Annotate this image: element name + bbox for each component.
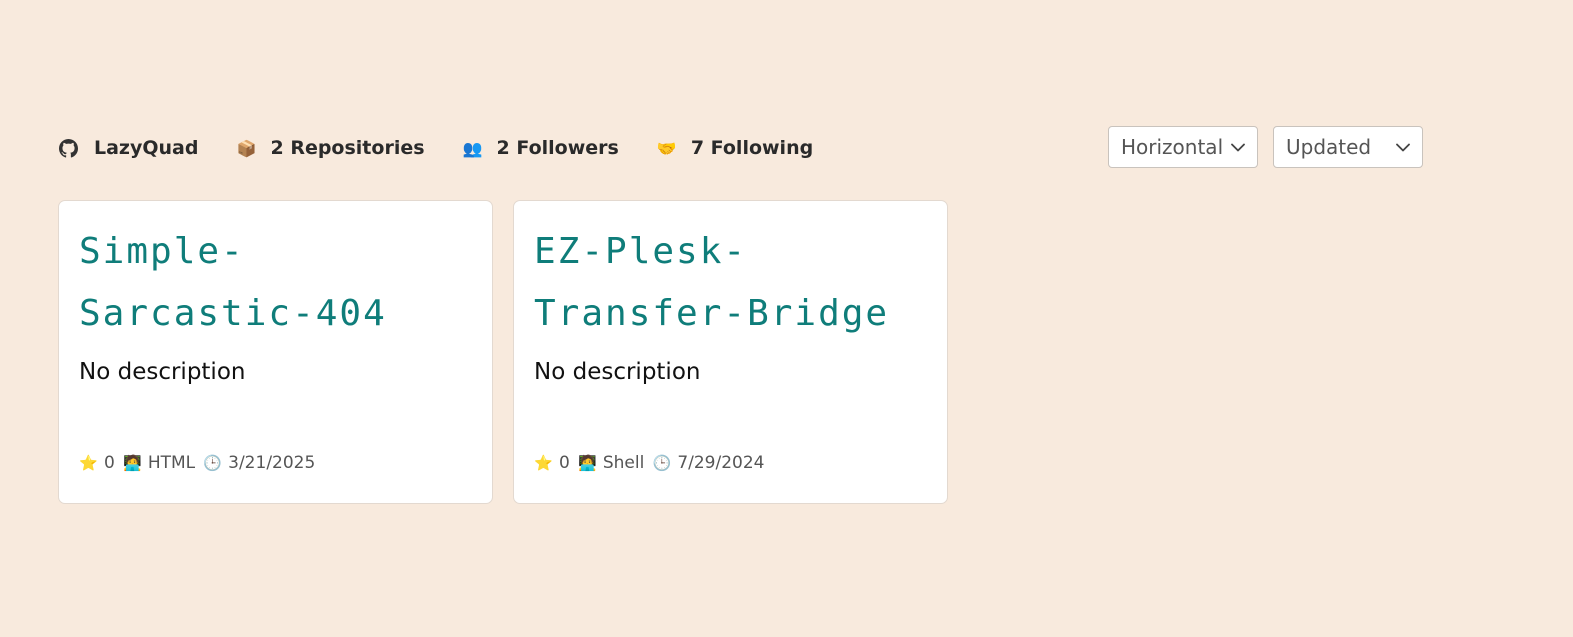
repo-updated: 7/29/2024 bbox=[677, 453, 765, 473]
layout-select-value: Horizontal bbox=[1121, 135, 1224, 159]
profile-username[interactable]: LazyQuad bbox=[58, 137, 198, 159]
repo-card-list: Simple-Sarcastic-404 No description ⭐ 0 … bbox=[58, 200, 948, 504]
people-icon: 👥 bbox=[462, 138, 483, 158]
repositories-stat[interactable]: 📦 2 Repositories bbox=[236, 137, 425, 159]
repo-description: No description bbox=[534, 359, 701, 385]
star-icon: ⭐ bbox=[79, 454, 98, 472]
developer-icon: 🧑‍💻 bbox=[577, 454, 597, 472]
handshake-icon: 🤝 bbox=[656, 138, 677, 158]
github-icon bbox=[58, 138, 78, 158]
clock-icon: 🕒 bbox=[203, 454, 222, 472]
repositories-count: 2 Repositories bbox=[270, 137, 425, 159]
followers-stat[interactable]: 👥 2 Followers bbox=[463, 137, 619, 159]
followers-count: 2 Followers bbox=[496, 137, 619, 159]
repo-title-link[interactable]: Simple-Sarcastic-404 bbox=[79, 221, 478, 345]
sort-select-value: Updated bbox=[1286, 135, 1372, 159]
repo-meta: ⭐ 0 🧑‍💻 Shell 🕒 7/29/2024 bbox=[534, 453, 772, 473]
repo-language: HTML bbox=[147, 453, 196, 473]
repo-card[interactable]: EZ-Plesk-Transfer-Bridge No description … bbox=[513, 200, 948, 504]
following-stat[interactable]: 🤝 7 Following bbox=[657, 137, 813, 159]
repo-meta: ⭐ 0 🧑‍💻 HTML 🕒 3/21/2025 bbox=[79, 453, 323, 473]
profile-stats-bar: LazyQuad 📦 2 Repositories 👥 2 Followers … bbox=[58, 130, 851, 166]
repo-description: No description bbox=[79, 359, 246, 385]
repo-card[interactable]: Simple-Sarcastic-404 No description ⭐ 0 … bbox=[58, 200, 493, 504]
repo-updated: 3/21/2025 bbox=[228, 453, 316, 473]
star-icon: ⭐ bbox=[534, 454, 553, 472]
repo-title-link[interactable]: EZ-Plesk-Transfer-Bridge bbox=[534, 221, 933, 345]
chevron-down-icon bbox=[1231, 140, 1245, 154]
developer-icon: 🧑‍💻 bbox=[122, 454, 142, 472]
repo-stars: 0 bbox=[104, 453, 115, 473]
following-count: 7 Following bbox=[690, 137, 814, 159]
repo-stars: 0 bbox=[559, 453, 570, 473]
layout-select[interactable]: Horizontal bbox=[1108, 126, 1258, 168]
clock-icon: 🕒 bbox=[652, 454, 672, 472]
sort-select[interactable]: Updated bbox=[1273, 126, 1423, 168]
package-icon: 📦 bbox=[236, 138, 257, 158]
repo-language: Shell bbox=[602, 453, 645, 473]
username-label: LazyQuad bbox=[94, 137, 199, 159]
chevron-down-icon bbox=[1396, 140, 1410, 154]
